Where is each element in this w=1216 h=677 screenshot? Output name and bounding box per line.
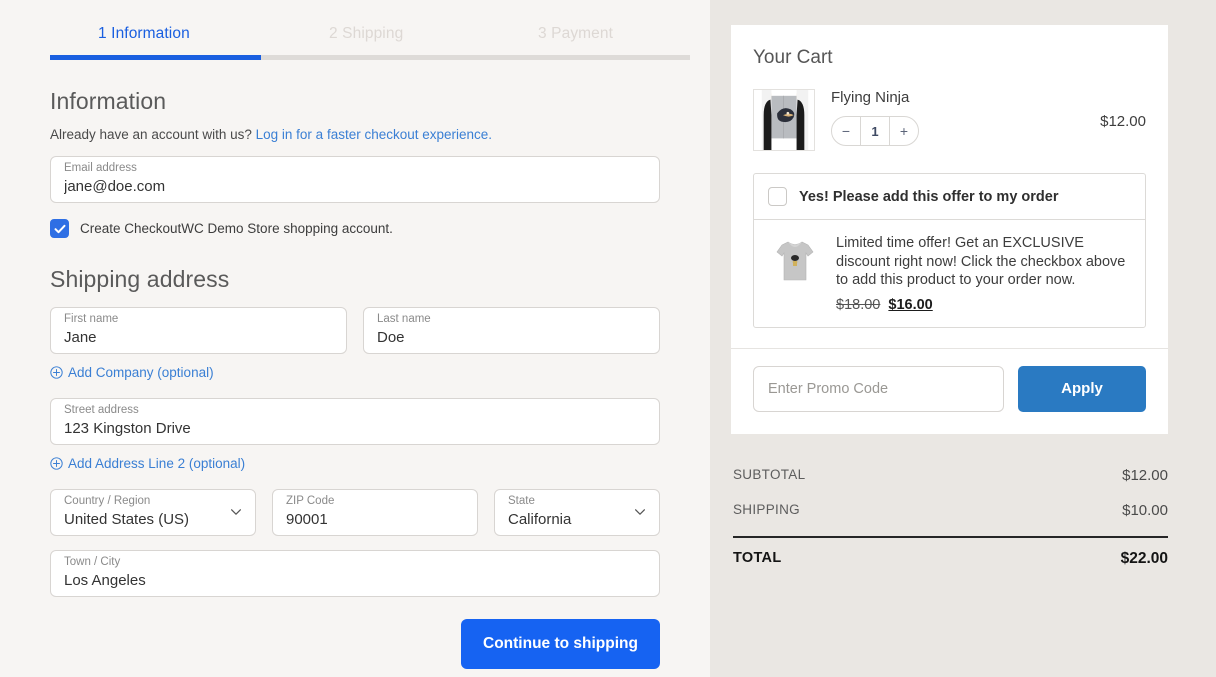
shipping-value: $10.00 <box>1122 501 1168 519</box>
add-address-line-2-link[interactable]: Add Address Line 2 (optional) <box>50 456 245 471</box>
city-field[interactable]: Town / City <box>50 550 660 597</box>
check-icon <box>54 224 65 233</box>
create-account-row[interactable]: Create CheckoutWC Demo Store shopping ac… <box>50 219 660 238</box>
product-thumbnail[interactable] <box>753 89 815 151</box>
street-address-field[interactable]: Street address <box>50 398 660 445</box>
tab-payment-number: 3 <box>538 25 547 42</box>
checkout-progress-fill <box>50 55 262 60</box>
cart-item-price: $12.00 <box>1100 113 1146 130</box>
offer-text: Limited time offer! Get an EXCLUSIVE dis… <box>836 234 1131 313</box>
email-field-label: Email address <box>64 162 137 174</box>
state-select[interactable] <box>508 511 632 528</box>
offer-checkbox-row[interactable]: Yes! Please add this offer to my order <box>754 174 1145 220</box>
chevron-down-icon <box>635 509 645 515</box>
last-name-label: Last name <box>377 313 431 325</box>
cart-card: Your Cart Flying Ninja − 1 + $12.00 Yes!… <box>731 25 1168 348</box>
country-label: Country / Region <box>64 495 151 507</box>
continue-button-wrap: Continue to shipping <box>50 619 660 669</box>
offer-checkbox-label: Yes! Please add this offer to my order <box>799 188 1059 205</box>
email-input[interactable] <box>64 178 632 195</box>
upsell-offer-box: Yes! Please add this offer to my order L… <box>753 173 1146 328</box>
tab-information-label: Information <box>111 25 190 42</box>
login-link[interactable]: Log in for a faster checkout experience. <box>256 127 492 142</box>
offer-description: Limited time offer! Get an EXCLUSIVE dis… <box>836 235 1126 289</box>
quantity-decrease-button[interactable]: − <box>832 117 860 145</box>
zip-input[interactable] <box>286 511 450 528</box>
quantity-value: 1 <box>860 117 890 145</box>
totals-row-shipping: SHIPPING $10.00 <box>733 493 1168 528</box>
email-field[interactable]: Email address <box>50 156 660 203</box>
offer-body: Limited time offer! Get an EXCLUSIVE dis… <box>754 220 1145 327</box>
totals-row-subtotal: SUBTOTAL $12.00 <box>733 458 1168 493</box>
first-name-input[interactable] <box>64 329 319 346</box>
city-label: Town / City <box>64 556 121 568</box>
continue-to-shipping-button[interactable]: Continue to shipping <box>461 619 660 669</box>
tab-shipping-number: 2 <box>329 25 338 42</box>
shipping-label: SHIPPING <box>733 501 800 517</box>
cart-item-name: Flying Ninja <box>831 89 910 106</box>
apply-promo-button[interactable]: Apply <box>1018 365 1146 412</box>
state-label: State <box>508 495 535 507</box>
last-name-field[interactable]: Last name <box>363 307 660 354</box>
offer-prices: $18.00 $16.00 <box>836 297 1131 313</box>
subtotal-label: SUBTOTAL <box>733 466 806 482</box>
checkout-progress-bar <box>50 55 690 60</box>
state-field[interactable]: State <box>494 489 660 536</box>
checkout-steps-tabs: 1 Information 2 Shipping 3 Payment <box>50 0 690 60</box>
account-prompt: Already have an account with us? Log in … <box>50 127 660 142</box>
tab-payment-label: Payment <box>551 25 614 42</box>
quantity-stepper[interactable]: − 1 + <box>831 116 919 146</box>
first-name-label: First name <box>64 313 119 325</box>
city-input[interactable] <box>64 572 632 589</box>
name-row: First name Last name <box>50 293 660 354</box>
street-address-label: Street address <box>64 404 139 416</box>
offer-checkbox[interactable] <box>768 187 787 206</box>
promo-code-input[interactable] <box>753 365 1004 412</box>
street-address-input[interactable] <box>64 420 632 437</box>
flying-ninja-poster-image <box>754 90 814 150</box>
country-zip-state-row: Country / Region ZIP Code State <box>50 475 660 536</box>
create-account-label: Create CheckoutWC Demo Store shopping ac… <box>80 221 393 236</box>
order-summary-column: Your Cart Flying Ninja − 1 + $12.00 Yes!… <box>710 0 1216 677</box>
tab-information-number: 1 <box>98 25 107 42</box>
tab-information[interactable]: 1 Information <box>98 25 190 43</box>
country-field[interactable]: Country / Region <box>50 489 256 536</box>
offer-old-price: $18.00 <box>836 296 881 313</box>
cart-title: Your Cart <box>753 47 833 68</box>
plus-circle-icon <box>50 366 63 379</box>
promo-code-card: Apply <box>731 347 1168 434</box>
checkout-form-column: 1 Information 2 Shipping 3 Payment Infor… <box>0 0 710 677</box>
country-select[interactable] <box>64 511 228 528</box>
tshirt-product-image <box>768 234 822 288</box>
subtotal-value: $12.00 <box>1122 466 1168 484</box>
create-account-checkbox[interactable] <box>50 219 69 238</box>
tab-shipping-label: Shipping <box>342 25 404 42</box>
tab-payment[interactable]: 3 Payment <box>538 25 613 43</box>
total-label: TOTAL <box>733 549 782 566</box>
first-name-field[interactable]: First name <box>50 307 347 354</box>
information-heading: Information <box>50 88 167 114</box>
chevron-down-icon <box>231 509 241 515</box>
account-prompt-text: Already have an account with us? <box>50 127 252 142</box>
offer-thumbnail[interactable] <box>768 234 822 288</box>
add-company-label: Add Company (optional) <box>68 365 214 380</box>
total-value: $22.00 <box>1120 549 1168 567</box>
offer-new-price: $16.00 <box>888 296 933 313</box>
tab-shipping[interactable]: 2 Shipping <box>329 25 403 43</box>
zip-label: ZIP Code <box>286 495 335 507</box>
order-totals: SUBTOTAL $12.00 SHIPPING $10.00 TOTAL $2… <box>731 458 1168 577</box>
checkout-page: 1 Information 2 Shipping 3 Payment Infor… <box>0 0 1216 677</box>
add-company-link[interactable]: Add Company (optional) <box>50 365 214 380</box>
add-address-line-2-label: Add Address Line 2 (optional) <box>68 456 246 471</box>
totals-row-total: TOTAL $22.00 <box>733 535 1168 577</box>
zip-field[interactable]: ZIP Code <box>272 489 478 536</box>
shipping-address-heading: Shipping address <box>50 266 230 292</box>
last-name-input[interactable] <box>377 329 632 346</box>
cart-item-details: Flying Ninja − 1 + <box>831 89 1100 146</box>
quantity-increase-button[interactable]: + <box>890 117 918 145</box>
cart-line-item: Flying Ninja − 1 + $12.00 <box>753 89 1146 151</box>
plus-circle-icon <box>50 457 63 470</box>
